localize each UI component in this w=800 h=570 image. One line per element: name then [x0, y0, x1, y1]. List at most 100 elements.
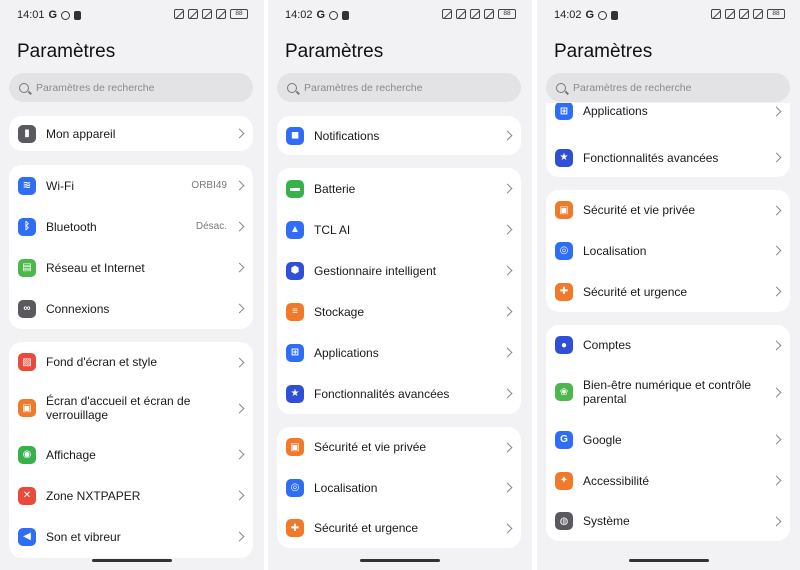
chevron-right-icon	[502, 347, 513, 358]
settings-item-label: Bien-être numérique et contrôle parental	[583, 378, 752, 406]
settings-item-label: Stockage	[314, 304, 365, 319]
settings-item-affichage[interactable]: ◉ Affichage	[9, 434, 253, 475]
chevron-right-icon	[502, 482, 513, 493]
sim-icon: ▤	[18, 258, 36, 277]
signal-off-icon	[484, 9, 494, 19]
settings-item-gestionnaire[interactable]: ⬢ Gestionnaire intelligent	[277, 250, 521, 291]
settings-item-fonctionnalites[interactable]: ★ Fonctionnalités avancées	[546, 137, 790, 177]
search-icon	[287, 82, 297, 93]
settings-group: ▮ Mon appareil	[9, 116, 253, 151]
settings-item-fonctionnalites[interactable]: ★ Fonctionnalités avancées	[277, 373, 521, 414]
settings-item-google[interactable]: G Google	[546, 419, 790, 460]
lock-icon: ▣	[555, 201, 573, 219]
chevron-right-icon	[771, 245, 782, 256]
settings-item-label: Mon appareil	[46, 126, 116, 141]
settings-item-notifications[interactable]: ◼ Notifications	[277, 116, 521, 155]
settings-item-securite-vie-privee[interactable]: ▣ Sécurité et vie privée	[546, 190, 790, 230]
settings-item-localisation[interactable]: ◎ Localisation	[277, 467, 521, 508]
status-time: 14:02	[285, 9, 313, 21]
page-title: Paramètres	[17, 41, 116, 62]
settings-item-accessibilite[interactable]: ✦ Accessibilité	[546, 460, 790, 501]
settings-item-label: Bluetooth	[46, 219, 97, 234]
chevron-right-icon	[502, 130, 513, 141]
display-icon: ◉	[18, 445, 36, 464]
settings-item-bluetooth[interactable]: ᛒ Bluetooth Désac.	[9, 206, 253, 247]
settings-item-label: Zone NXTPAPER	[46, 488, 141, 503]
gesture-bar[interactable]	[629, 559, 709, 562]
settings-item-reseau[interactable]: ▤ Réseau et Internet	[9, 247, 253, 288]
wifi-status-icon	[188, 9, 198, 19]
settings-item-securite-urgence[interactable]: ✚ Sécurité et urgence	[277, 508, 521, 548]
settings-item-value: ORBI49	[191, 180, 227, 191]
gesture-bar[interactable]	[92, 559, 172, 562]
settings-item-label: Sécurité et vie privée	[314, 440, 427, 454]
settings-item-label: Google	[583, 432, 622, 447]
chevron-right-icon	[502, 523, 513, 533]
chevron-right-icon	[771, 106, 782, 116]
ai-icon: ▲	[286, 220, 304, 239]
sound-icon: ◀	[18, 527, 36, 546]
settings-item-fond-ecran[interactable]: ▨ Fond d'écran et style	[9, 342, 253, 382]
settings-group: ≋ Wi-Fi ORBI49 ᛒ Bluetooth Désac. ▤ Réseau et…	[9, 165, 253, 329]
search-bar[interactable]: Paramètres de recherche	[546, 73, 790, 102]
settings-item-label: Connexions	[46, 301, 110, 316]
settings-item-applications[interactable]: ⊞ Applications	[546, 103, 790, 125]
settings-item-ecran-accueil[interactable]: ▣ Écran d'accueil et écran de verrouillag…	[9, 382, 253, 434]
settings-item-tcl-ai[interactable]: ▲ TCL AI	[277, 209, 521, 250]
settings-item-label: Localisation	[583, 243, 647, 258]
battery-status: 88	[498, 9, 516, 19]
nxtpaper-icon: ✕	[18, 486, 36, 505]
settings-item-systeme[interactable]: ◍ Système	[546, 501, 790, 541]
search-bar[interactable]: Paramètres de recherche	[9, 73, 253, 102]
google-g-icon: G	[585, 9, 595, 21]
settings-item-label: Fond d'écran et style	[46, 355, 158, 369]
search-bar[interactable]: Paramètres de recherche	[277, 73, 521, 102]
settings-item-batterie[interactable]: ▬ Batterie	[277, 168, 521, 209]
settings-item-applications[interactable]: ⊞ Applications	[277, 332, 521, 373]
status-bar: 14:02 G 88	[268, 9, 532, 23]
settings-item-value: Désac.	[195, 221, 227, 232]
chevron-right-icon	[771, 516, 782, 526]
status-bar: 14:01 G 88	[0, 9, 264, 23]
apps-icon: ⊞	[555, 103, 573, 120]
signal-off-icon	[202, 9, 212, 19]
system-icon: ◍	[555, 512, 573, 530]
page-title: Paramètres	[554, 41, 653, 62]
settings-item-son[interactable]: ◀ Son et vibreur	[9, 516, 253, 557]
storage-icon: ≡	[286, 302, 304, 321]
link-icon: ∞	[18, 299, 36, 318]
chevron-right-icon	[771, 340, 782, 350]
settings-item-comptes[interactable]: ● Comptes	[546, 325, 790, 365]
battery-status: 88	[230, 9, 248, 19]
shield-icon: ⬢	[286, 261, 304, 280]
settings-item-label: Sécurité et vie privée	[583, 203, 696, 217]
phone-icon: ▮	[18, 124, 36, 143]
google-g-icon: G	[316, 9, 326, 21]
gesture-bar[interactable]	[360, 559, 440, 562]
wallpaper-icon: ▨	[18, 353, 36, 371]
location-icon: ◎	[555, 241, 573, 260]
wifi-status-icon	[725, 9, 735, 19]
settings-item-stockage[interactable]: ≡ Stockage	[277, 291, 521, 332]
settings-item-mon-appareil[interactable]: ▮ Mon appareil	[9, 116, 253, 151]
location-icon: ◎	[286, 478, 304, 497]
battery-status: 88	[767, 9, 785, 19]
settings-item-label: Applications	[314, 345, 379, 360]
settings-item-securite-vie-privee[interactable]: ▣ Sécurité et vie privée	[277, 427, 521, 467]
settings-item-nxtpaper[interactable]: ✕ Zone NXTPAPER	[9, 475, 253, 516]
settings-item-connexions[interactable]: ∞ Connexions	[9, 288, 253, 329]
battery-icon: ▬	[286, 179, 304, 198]
settings-item-localisation[interactable]: ◎ Localisation	[546, 230, 790, 271]
chevron-right-icon	[502, 265, 513, 276]
settings-item-wifi[interactable]: ≋ Wi-Fi ORBI49	[9, 165, 253, 206]
google-icon: G	[555, 430, 573, 449]
star-icon: ★	[555, 148, 573, 167]
settings-item-securite-urgence[interactable]: ✚ Sécurité et urgence	[546, 271, 790, 312]
search-placeholder: Paramètres de recherche	[36, 81, 155, 94]
settings-item-bien-etre[interactable]: ❀ Bien-être numérique et contrôle parenta…	[546, 365, 790, 419]
chevron-right-icon	[502, 183, 513, 194]
sim-status-icon	[342, 10, 350, 20]
search-placeholder: Paramètres de recherche	[304, 81, 423, 94]
settings-screen-3: 14:02 G 88 Paramètres Paramètres de reche…	[537, 0, 800, 570]
settings-item-label: Réseau et Internet	[46, 260, 145, 275]
